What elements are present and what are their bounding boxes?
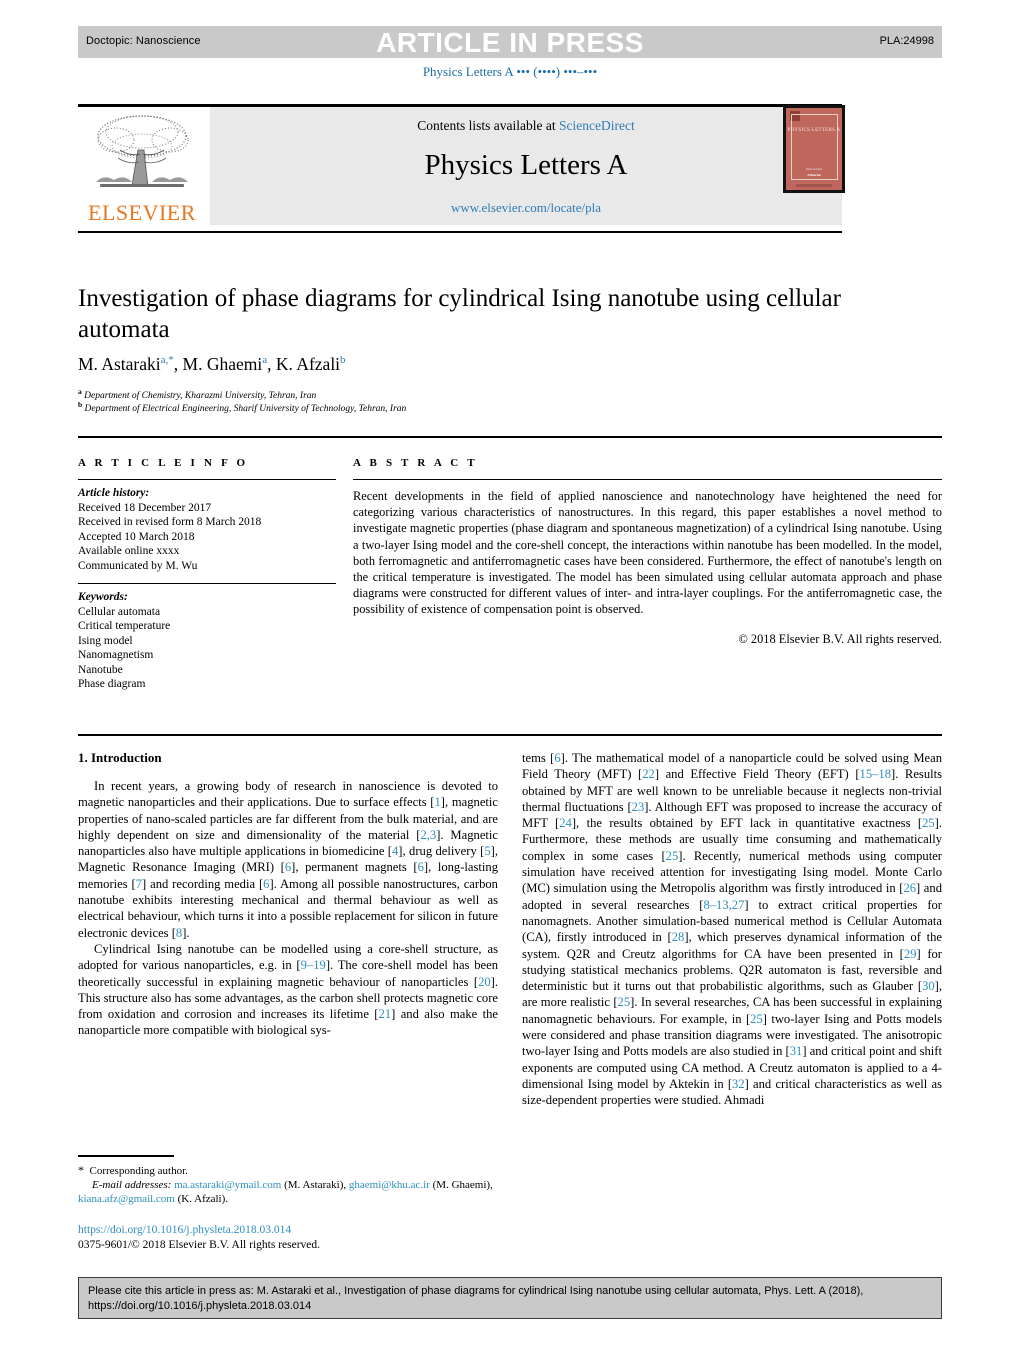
footnote-block: * Corresponding author. E-mail addresses…: [78, 1155, 498, 1206]
article-history-block: Article history: Received 18 December 20…: [78, 486, 336, 573]
please-cite-text: Please cite this article in press as: M.…: [88, 1285, 864, 1312]
article-info-column: A R T I C L E I N F O Article history: R…: [78, 457, 336, 692]
footnote-rule: [78, 1155, 174, 1157]
title-bottom-rule: [78, 436, 942, 438]
introduction-heading: 1. Introduction: [78, 750, 162, 765]
affiliation-b-text: Department of Electrical Engineering, Sh…: [84, 404, 407, 415]
elsevier-tree-icon: [86, 110, 198, 198]
keyword-item: Nanotube: [78, 663, 123, 676]
email-addresses-line: E-mail addresses: ma.astaraki@ymail.com …: [78, 1178, 498, 1206]
history-item: Available online xxxx: [78, 545, 180, 557]
affiliation-b: b Department of Electrical Engineering, …: [78, 400, 868, 414]
article-page: Doctopic: Nanoscience ARTICLE IN PRESS P…: [0, 0, 1020, 1351]
history-item: Communicated by M. Wu: [78, 559, 198, 572]
masthead-bottom-rule: [78, 231, 842, 233]
please-cite-box: Please cite this article in press as: M.…: [78, 1277, 942, 1319]
contents-available-line: Contents lists available at ScienceDirec…: [210, 118, 842, 134]
abstract-heading: A B S T R A C T: [353, 457, 478, 469]
page-title: Investigation of phase diagrams for cyli…: [78, 285, 841, 343]
history-item: Received 18 December 2017: [78, 501, 212, 514]
history-item: Received in revised form 8 March 2018: [78, 516, 262, 528]
intro-paragraph-3: tems [6]. The mathematical model of a na…: [522, 751, 943, 1108]
elsevier-logo: ELSEVIER: [78, 107, 206, 225]
keyword-item: Cellular automata: [78, 605, 161, 618]
issn-copyright-line: 0375-9601/© 2018 Elsevier B.V. All right…: [78, 1239, 321, 1251]
keyword-item: Nanomagnetism: [78, 649, 154, 661]
doi-link[interactable]: https://doi.org/10.1016/j.physleta.2018.…: [78, 1223, 498, 1238]
sciencedirect-link[interactable]: ScienceDirect: [559, 118, 635, 133]
body-column-right: tems [6]. The mathematical model of a na…: [522, 750, 942, 1109]
affiliation-b-marker: b: [78, 400, 83, 409]
journal-cover-inner: PHYSICS LETTERS A Editor-in-Chief Editor…: [786, 108, 842, 190]
article-history-label: Article history:: [78, 487, 150, 499]
cover-footer-bold: Editorial: [807, 173, 821, 177]
cover-bottom-bar: [796, 184, 832, 187]
journal-title: Physics Letters A: [424, 149, 628, 181]
cover-footer-small: Editor-in-Chief: [806, 168, 822, 171]
doi-block: https://doi.org/10.1016/j.physleta.2018.…: [78, 1223, 498, 1253]
journal-masthead: ELSEVIER Contents lists available at Sci…: [78, 107, 842, 225]
abstract-copyright: © 2018 Elsevier B.V. All rights reserved…: [738, 631, 942, 646]
corresponding-author-line: * Corresponding author.: [78, 1163, 498, 1178]
article-info-rule-2: [78, 583, 336, 584]
corresponding-author-label: Corresponding author.: [89, 1165, 188, 1177]
abstract-text: Recent developments in the field of appl…: [353, 489, 942, 617]
corresponding-author-marker: *: [78, 1163, 84, 1177]
running-head: Physics Letters A ••• (••••) •••–•••: [422, 64, 598, 79]
keywords-block: Keywords: Cellular automata Critical tem…: [78, 590, 336, 692]
article-in-press-band: Doctopic: Nanoscience ARTICLE IN PRESS P…: [78, 26, 942, 58]
cover-journal-title: PHYSICS LETTERS A: [787, 128, 841, 133]
email-label: E-mail addresses:: [92, 1179, 172, 1191]
journal-info-box: Contents lists available at ScienceDirec…: [210, 107, 842, 225]
keyword-item: Critical temperature: [78, 620, 171, 632]
article-info-heading: A R T I C L E I N F O: [78, 457, 249, 469]
intro-paragraph-2: Cylindrical Ising nanotube can be modell…: [78, 941, 498, 1038]
elsevier-wordmark: ELSEVIER: [88, 200, 196, 225]
intro-paragraph-1: In recent years, a growing body of resea…: [78, 779, 498, 940]
author-list: M. Astarakia,*, M. Ghaemia, K. Afzalib: [78, 354, 346, 374]
keyword-item: Phase diagram: [78, 678, 146, 690]
keyword-item: Ising model: [78, 634, 133, 647]
affiliation-a-marker: a: [78, 387, 82, 396]
article-info-rule-1: [78, 479, 336, 480]
body-column-left: 1. Introduction In recent years, a growi…: [78, 750, 498, 1039]
abstract-column: A B S T R A C T Recent developments in t…: [353, 457, 942, 647]
journal-cover-thumbnail: PHYSICS LETTERS A Editor-in-Chief Editor…: [783, 105, 845, 193]
journal-url-link[interactable]: www.elsevier.com/locate/pla: [210, 200, 842, 216]
history-item: Accepted 10 March 2018: [78, 530, 195, 543]
abstract-rule: [353, 479, 942, 480]
article-in-press-title: ARTICLE IN PRESS: [376, 27, 644, 58]
info-section-bottom-rule: [78, 734, 942, 736]
keywords-label: Keywords:: [78, 591, 128, 603]
article-code-label: PLA:24998: [879, 35, 934, 47]
contents-prefix: Contents lists available at: [417, 118, 559, 133]
